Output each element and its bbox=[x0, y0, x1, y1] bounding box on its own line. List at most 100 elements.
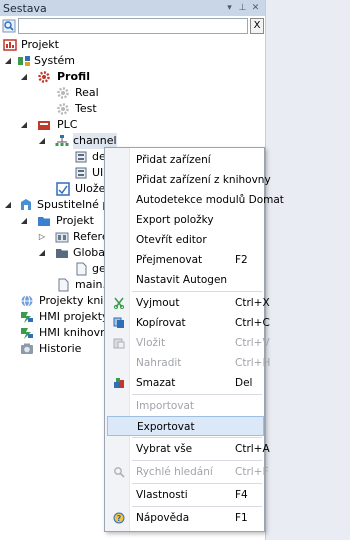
collapse-arrow-icon[interactable]: ◢ bbox=[37, 133, 47, 149]
references-icon bbox=[55, 232, 69, 243]
menu-item-vyjmout[interactable]: Vyjmout Ctrl+X bbox=[107, 293, 270, 313]
runnable-icon bbox=[21, 199, 31, 210]
expand-arrow-icon[interactable]: ▷ bbox=[37, 229, 47, 245]
device-icon bbox=[75, 167, 87, 179]
menu-item-napoveda[interactable]: ? Nápověda F1 bbox=[107, 508, 264, 528]
menu-separator bbox=[132, 483, 262, 484]
menu-item-shortcut: Ctrl+X bbox=[235, 297, 270, 309]
scissors-icon bbox=[113, 297, 125, 309]
svg-text:?: ? bbox=[117, 514, 122, 523]
menu-item-label: Vložit bbox=[136, 337, 166, 349]
menu-item-label: Autodetekce modulů Domat bbox=[136, 194, 284, 206]
menu-item-shortcut: Ctrl+C bbox=[235, 317, 270, 329]
menu-item-autodetekce[interactable]: Autodetekce modulů Domat bbox=[107, 190, 284, 210]
search-bar: X bbox=[0, 17, 265, 35]
search-input[interactable] bbox=[18, 18, 248, 34]
menu-separator bbox=[132, 437, 262, 438]
menu-item-shortcut: F4 bbox=[235, 489, 248, 501]
tree-label: Test bbox=[75, 102, 97, 115]
menu-item-prejmenovat[interactable]: Přejmenovat F2 bbox=[107, 250, 264, 270]
tree-label: HMI knihovna bbox=[39, 326, 114, 339]
gear-icon bbox=[38, 71, 50, 83]
collapse-arrow-icon[interactable]: ◢ bbox=[19, 69, 29, 85]
collapse-arrow-icon[interactable]: ◢ bbox=[19, 213, 29, 229]
tree-item-profil[interactable]: ◢ Profil bbox=[0, 69, 266, 85]
menu-item-importovat[interactable]: Importovat bbox=[107, 396, 264, 416]
menu-item-pridat-z-knihovny[interactable]: Přidat zařízení z knihovny bbox=[107, 170, 271, 190]
collapse-arrow-icon[interactable]: ◢ bbox=[3, 197, 13, 213]
menu-item-nastavit-autogen[interactable]: Nastavit Autogen bbox=[107, 270, 264, 290]
menu-item-smazat[interactable]: Smazat Del bbox=[107, 373, 264, 393]
menu-item-pridat-zarizeni[interactable]: Přidat zařízení bbox=[107, 150, 264, 170]
menu-item-label: Importovat bbox=[136, 400, 195, 412]
menu-item-vlastnosti[interactable]: Vlastnosti F4 bbox=[107, 485, 264, 505]
tree-item-plc[interactable]: ◢ PLC bbox=[0, 117, 266, 133]
menu-item-shortcut: Ctrl+H bbox=[235, 357, 271, 369]
menu-item-vybrat-vse[interactable]: Vybrat vše Ctrl+A bbox=[107, 439, 270, 459]
menu-item-kopirovat[interactable]: Kopírovat Ctrl+C bbox=[107, 313, 270, 333]
menu-separator bbox=[132, 506, 262, 507]
menu-item-label: Rychlé hledání bbox=[136, 466, 213, 478]
tree-label: Projekt bbox=[21, 38, 59, 51]
menu-item-shortcut: Ctrl+A bbox=[235, 443, 270, 455]
gear-icon bbox=[57, 103, 69, 115]
panel-titlebar: Sestava ▾ ⊥ ✕ bbox=[0, 0, 265, 16]
search-clear-button[interactable]: X bbox=[250, 18, 264, 34]
menu-separator bbox=[132, 291, 262, 292]
tree-item-test[interactable]: Test bbox=[0, 101, 266, 117]
menu-item-label: Přidat zařízení z knihovny bbox=[136, 174, 271, 186]
hmi-icon bbox=[21, 312, 33, 323]
tree-label: Real bbox=[75, 86, 99, 99]
menu-item-label: Nahradit bbox=[136, 357, 182, 369]
menu-item-label: Otevřít editor bbox=[136, 234, 207, 246]
editor-area bbox=[266, 0, 350, 540]
collapse-arrow-icon[interactable]: ◢ bbox=[37, 245, 47, 261]
panel-pin-icon[interactable]: ⊥ bbox=[236, 3, 249, 13]
folder-icon bbox=[38, 217, 50, 226]
paste-icon bbox=[113, 338, 125, 349]
folder-icon bbox=[56, 249, 68, 258]
collapse-arrow-icon[interactable]: ◢ bbox=[19, 117, 29, 133]
tree-item-real[interactable]: Real bbox=[0, 85, 266, 101]
menu-item-nahradit[interactable]: Nahradit Ctrl+H bbox=[107, 353, 270, 373]
menu-item-label: Vybrat vše bbox=[136, 443, 193, 455]
tree-label: PLC bbox=[57, 118, 78, 131]
copy-icon bbox=[113, 317, 124, 328]
menu-separator bbox=[132, 394, 262, 395]
menu-item-label: Přidat zařízení bbox=[136, 154, 211, 166]
project-icon bbox=[3, 39, 17, 51]
menu-item-shortcut: F1 bbox=[235, 512, 248, 524]
context-menu: Přidat zařízení Přidat zařízení z knihov… bbox=[104, 147, 284, 532]
menu-item-shortcut: Ctrl+F bbox=[235, 466, 269, 478]
tree-label: HMI projekty bbox=[39, 310, 109, 323]
menu-item-exportovat[interactable]: Exportovat bbox=[107, 416, 264, 436]
menu-item-shortcut: Ctrl+V bbox=[235, 337, 270, 349]
device-icon bbox=[75, 151, 87, 163]
menu-item-label: Nastavit Autogen bbox=[136, 274, 228, 286]
panel-close-icon[interactable]: ✕ bbox=[249, 3, 262, 13]
search-icon[interactable] bbox=[2, 19, 16, 33]
history-icon bbox=[21, 343, 33, 354]
library-icon bbox=[21, 295, 33, 307]
hmi-library-icon bbox=[21, 328, 33, 339]
menu-item-rychle-hledani[interactable]: Rychlé hledání Ctrl+F bbox=[107, 462, 269, 482]
panel-dropdown-icon[interactable]: ▾ bbox=[223, 3, 236, 13]
saved-icon bbox=[56, 182, 70, 196]
panel-title: Sestava bbox=[3, 1, 47, 15]
collapse-arrow-icon[interactable]: ◢ bbox=[3, 53, 13, 69]
tree-label: Systém bbox=[34, 54, 76, 67]
menu-item-label: Vlastnosti bbox=[136, 489, 188, 501]
menu-item-label: Přejmenovat bbox=[136, 254, 203, 266]
help-icon: ? bbox=[113, 512, 125, 524]
tree-item-projekt[interactable]: Projekt bbox=[0, 37, 266, 53]
menu-item-export-polozky[interactable]: Export položky bbox=[107, 210, 264, 230]
tree-item-system[interactable]: ◢ Systém bbox=[0, 53, 266, 69]
file-icon bbox=[58, 278, 69, 292]
search-icon bbox=[114, 467, 125, 478]
menu-item-vlozit[interactable]: Vložit Ctrl+V bbox=[107, 333, 270, 353]
menu-item-otevrit-editor[interactable]: Otevřít editor bbox=[107, 230, 264, 250]
menu-item-shortcut: F2 bbox=[235, 254, 248, 266]
menu-item-label: Export položky bbox=[136, 214, 214, 226]
system-icon bbox=[18, 56, 30, 66]
network-icon bbox=[55, 135, 69, 146]
